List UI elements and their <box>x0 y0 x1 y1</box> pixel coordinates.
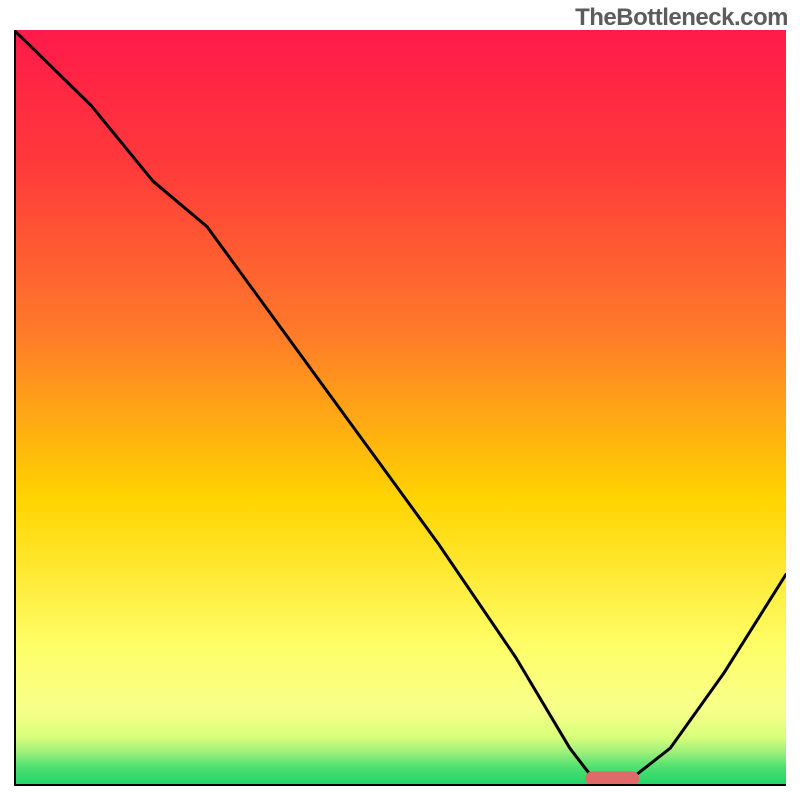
plot-area <box>14 30 786 786</box>
chart-container: TheBottleneck.com <box>0 0 800 800</box>
watermark-text: TheBottleneck.com <box>575 4 788 32</box>
chart-svg <box>14 30 786 786</box>
optimal-marker <box>585 771 639 785</box>
